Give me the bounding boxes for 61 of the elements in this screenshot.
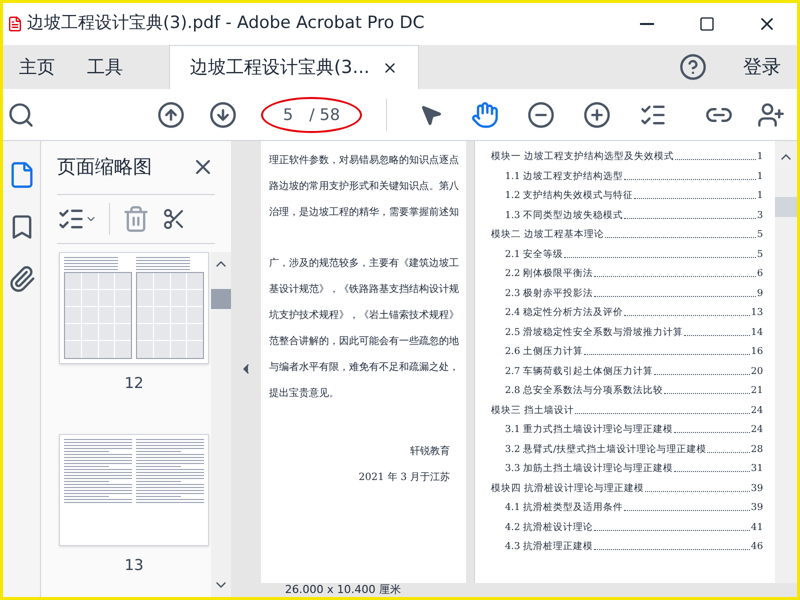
toc-entry[interactable]: 模块一 边坡工程支护结构选型及失效模式 1 bbox=[491, 151, 763, 163]
page-text: 坑支护技术规程》，《岩土锚索技术规程》 bbox=[269, 308, 458, 323]
page-size-text: 26.000 x 10.400 厘米 bbox=[285, 583, 401, 597]
toc-entry[interactable]: 模块三 挡土墙设计 24 bbox=[491, 404, 763, 416]
page-text: 理正软件参数，对易错易忽略的知识点逐点 bbox=[269, 154, 458, 168]
maximize-icon bbox=[699, 16, 715, 32]
minimize-icon bbox=[640, 23, 654, 25]
toc-entry[interactable]: 4.3 抗滑桩理正建模 46 bbox=[491, 541, 763, 553]
toc-entry[interactable]: 4.2 抗滑桩设计理论 41 bbox=[491, 522, 763, 534]
page-thumbnail[interactable] bbox=[59, 252, 209, 364]
toc-entry[interactable]: 1.3 不同类型边坡失稳模式 3 bbox=[491, 210, 763, 222]
scrollbar-thumb[interactable] bbox=[775, 197, 797, 217]
sign-in-button[interactable]: 登录 bbox=[743, 52, 781, 82]
zoom-in-button[interactable] bbox=[583, 100, 612, 128]
toc-entry[interactable]: 2.7 车辆荷载引起土体侧压力计算 20 bbox=[491, 366, 763, 378]
search-button[interactable] bbox=[7, 100, 35, 128]
page-text: 路边坡的常用支护形式和关键知识点。第八 bbox=[269, 180, 458, 194]
toc-entry[interactable]: 3.1 重力式挡土墙设计理论与理正建模 24 bbox=[491, 424, 763, 436]
toc-entry[interactable]: 2.4 稳定性分析方法及评价 13 bbox=[491, 307, 763, 319]
zoom-out-button[interactable] bbox=[527, 100, 556, 128]
page-thumbnail[interactable] bbox=[59, 434, 209, 546]
page-text: 2021 年 3 月于江苏 bbox=[358, 470, 450, 485]
toc-entry[interactable]: 2.6 土侧压力计算 16 bbox=[491, 346, 763, 358]
toc-entry[interactable]: 3.3 加筋土挡土墙设计理论与理正建模 31 bbox=[491, 463, 763, 475]
previous-page-button[interactable] bbox=[157, 100, 185, 128]
toc-entry[interactable]: 2.5 滑坡稳定性安全系数与滑坡推力计算 14 bbox=[491, 326, 763, 338]
toc-entry[interactable]: 4.1 抗滑桩类型及适用条件 39 bbox=[491, 502, 763, 514]
page-number-field[interactable]: 5 / 58 bbox=[261, 96, 362, 132]
tab[interactable]: 主页 bbox=[3, 45, 71, 89]
next-page-button[interactable] bbox=[209, 100, 237, 128]
panel-title: 页面缩略图 bbox=[57, 155, 152, 180]
page-text: 基设计规范》，《铁路路基支挡结构设计规 bbox=[269, 282, 458, 297]
vertical-scrollbar[interactable] bbox=[211, 252, 231, 597]
toc-entry[interactable]: 2.3 极射赤平投影法 9 bbox=[491, 288, 763, 300]
page-text: 广，涉及的规范较多，主要有《建筑边坡工 bbox=[269, 256, 458, 271]
extract-button[interactable] bbox=[162, 206, 186, 230]
page-text: 与编者水平有限，难免有不足和疏漏之处， bbox=[269, 360, 458, 375]
toc-entry[interactable]: 模块二 边坡工程基本理论 5 bbox=[491, 229, 763, 241]
toc-entry[interactable]: 1.2 支护结构失效模式与特征 1 bbox=[491, 190, 763, 202]
tab[interactable]: 工具 bbox=[71, 45, 139, 89]
scrollbar-thumb[interactable] bbox=[211, 289, 231, 310]
page-text: 提出宝贵意见。 bbox=[269, 386, 340, 401]
toc-entry[interactable]: 2.2 刚体极限平衡法 6 bbox=[491, 268, 763, 280]
tab[interactable]: 边坡工程设计宝典(3... bbox=[169, 45, 419, 89]
add-user-button[interactable] bbox=[757, 100, 785, 128]
attachment-button[interactable] bbox=[8, 265, 36, 293]
page-number: 12 bbox=[124, 372, 144, 394]
page-text: 范整合讲解的，因此可能会有一些疏忽的地 bbox=[269, 334, 458, 349]
page-number: 13 bbox=[124, 555, 144, 576]
hand-tool-button[interactable] bbox=[471, 100, 500, 128]
vertical-scrollbar[interactable] bbox=[775, 141, 797, 583]
pdf-icon bbox=[7, 16, 23, 32]
help-button[interactable] bbox=[679, 53, 707, 81]
toc-entry[interactable]: 模块四 抗滑桩设计理论与理正建模 39 bbox=[491, 482, 763, 494]
page-text: 轩锐教育 bbox=[410, 444, 450, 459]
toc-entry[interactable]: 2.8 总安全系数法与分项系数法比较 21 bbox=[491, 385, 763, 397]
window-title: 边坡工程设计宝典(3).pdf - Adobe Acrobat Pro DC bbox=[27, 12, 424, 36]
toc-entry[interactable]: 3.2 悬臂式/扶壁式挡土墙设计理论与理正建模 28 bbox=[491, 444, 763, 456]
page-text: 治理，是边坡工程的精华，需要掌握前述知 bbox=[269, 206, 458, 220]
toc-entry[interactable]: 1.1 边坡工程支护结构选型 1 bbox=[491, 170, 763, 182]
toc-entry[interactable]: 2.1 安全等级 5 bbox=[491, 248, 763, 260]
